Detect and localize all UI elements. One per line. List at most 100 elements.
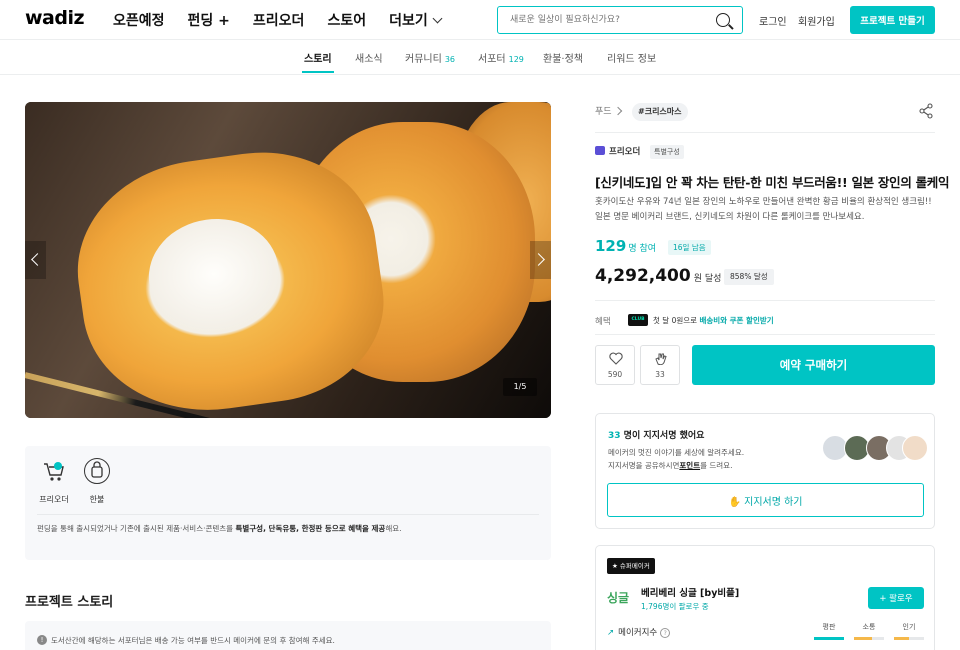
signature-button-label: 지지서명 하기 xyxy=(744,496,803,508)
super-maker-label: 슈퍼메이커 xyxy=(619,562,650,570)
cheer-button[interactable]: 33 xyxy=(640,345,680,385)
badge-exclusive: 한불 xyxy=(77,458,117,505)
cart-icon xyxy=(595,146,605,155)
image-counter: 1/5 xyxy=(503,378,537,396)
nav-preorder[interactable]: 프리오더 xyxy=(253,10,305,30)
nav-store[interactable]: 스토어 xyxy=(327,10,366,30)
reserve-purchase-button[interactable]: 예약 구매하기 xyxy=(692,345,935,385)
supporter-unit: 명 참여 xyxy=(628,244,657,254)
metric-label: 인기 xyxy=(902,623,916,631)
chevron-right-icon xyxy=(613,106,622,116)
next-image-button[interactable] xyxy=(530,241,551,279)
preorder-info-box: 프리오더 한불 펀딩을 통해 출시되었거나 기존에 출시된 제품·서비스·콘텐츠… xyxy=(25,446,551,560)
divider xyxy=(595,132,935,133)
like-count: 590 xyxy=(607,370,623,379)
funding-amount: 4,292,400 원 달성 xyxy=(595,266,721,286)
amount-number: 4,292,400 xyxy=(595,266,691,286)
tab-news[interactable]: 새소식 xyxy=(355,50,383,65)
cart-icon xyxy=(41,458,67,484)
point-link[interactable]: 포인트 xyxy=(679,461,700,470)
metric-fill xyxy=(854,637,872,640)
tab-label: 새소식 xyxy=(355,54,383,65)
signature-desc-text: 를 드려요. xyxy=(700,461,733,470)
project-description: 홋카이도산 우유와 74년 일본 장인의 노하우로 만들어낸 완벽한 황금 비율… xyxy=(595,197,932,222)
help-icon[interactable]: ? xyxy=(660,628,671,638)
metric-bar xyxy=(894,637,924,640)
make-project-button[interactable]: 프로젝트 만들기 xyxy=(850,6,935,34)
metric-reputation: 평판 xyxy=(814,622,844,640)
tab-refund-policy[interactable]: 환불·정책 xyxy=(543,50,583,65)
metric-bar xyxy=(854,637,884,640)
days-left-badge: 16일 남음 xyxy=(668,240,711,255)
notice-text: 도서산간에 해당하는 서포터님은 배송 가능 여부를 반드시 메이커에 문의 후… xyxy=(51,636,335,645)
preorder-description: 펀딩을 통해 출시되었거나 기존에 출시된 제품·서비스·콘텐츠를 특별구성, … xyxy=(37,523,402,534)
supporter-count: 129 명 참여 xyxy=(595,237,656,255)
cheer-count: 33 xyxy=(655,370,665,379)
tab-story[interactable]: 스토리 xyxy=(302,50,334,73)
shipping-notice: ! 도서산간에 해당하는 서포터님은 배송 가능 여부를 반드시 메이커에 문의… xyxy=(25,621,551,650)
nav-more-label: 더보기 xyxy=(389,13,428,29)
category-breadcrumb[interactable]: 푸드 xyxy=(595,104,628,117)
like-button[interactable]: 590 xyxy=(595,345,635,385)
nav-more[interactable]: 더보기 xyxy=(389,10,443,30)
metric-fill xyxy=(894,637,909,640)
signature-count: 33 xyxy=(608,431,621,441)
metric-fill xyxy=(814,637,844,640)
benefit-link[interactable]: 배송비와 쿠폰 할인받기 xyxy=(699,316,773,325)
signup-link[interactable]: 회원가입 xyxy=(798,13,835,28)
bag-icon xyxy=(84,458,110,484)
project-tabs: 스토리 새소식 커뮤니티 36 서포터 129 환불·정책 리워드 정보 xyxy=(0,40,960,75)
project-type-label: 프리오더 xyxy=(609,147,641,157)
tab-community[interactable]: 커뮤니티 36 xyxy=(405,50,455,65)
signature-button[interactable]: ✋ 지지서명 하기 xyxy=(607,483,924,517)
divider xyxy=(37,514,539,515)
login-link[interactable]: 로그인 xyxy=(759,13,787,28)
chevron-down-icon xyxy=(432,13,443,24)
maker-index-label: 메이커지수 xyxy=(618,628,658,638)
project-type: 프리오더 xyxy=(595,145,640,157)
share-icon[interactable] xyxy=(918,103,934,119)
hashtag[interactable]: #크리스마스 xyxy=(632,103,688,121)
maker-name[interactable]: 베리베리 싱글 [by비플] xyxy=(641,585,739,599)
info-text-bold: 특별구성, 단독유통, 한정판 등으로 혜택을 제공 xyxy=(235,524,386,533)
info-icon: ! xyxy=(37,635,47,645)
tab-reward-info[interactable]: 리워드 정보 xyxy=(607,50,656,65)
club-logo: CLUB xyxy=(628,314,648,326)
trend-icon: ↗ xyxy=(607,628,615,638)
special-badge: 특별구성 xyxy=(650,145,684,159)
signature-title-text: 명이 지지서명 했어요 xyxy=(620,431,705,441)
tab-label: 리워드 정보 xyxy=(607,54,657,65)
search-icon[interactable] xyxy=(716,13,730,27)
main-nav: 오픈예정 펀딩 + 프리오더 스토어 더보기 xyxy=(113,10,464,30)
story-heading: 프로젝트 스토리 xyxy=(25,595,114,610)
divider xyxy=(595,300,935,301)
metric-label: 소통 xyxy=(862,623,876,631)
nav-open-soon[interactable]: 오픈예정 xyxy=(113,10,165,30)
wadiz-logo[interactable]: wadiz xyxy=(25,7,85,29)
benefit-label: 혜택 xyxy=(595,317,611,327)
maker-logo[interactable]: 싱글 xyxy=(607,589,629,606)
signature-title: 33 명이 지지서명 했어요 xyxy=(608,428,704,441)
prev-image-button[interactable] xyxy=(25,241,46,279)
project-image-gallery[interactable]: 1/5 xyxy=(25,102,551,418)
clap-icon xyxy=(655,353,667,365)
tab-label: 환불·정책 xyxy=(543,54,583,65)
tab-supporters[interactable]: 서포터 129 xyxy=(478,50,524,65)
supporter-avatars xyxy=(822,435,928,461)
cream-filling xyxy=(141,210,286,338)
info-text-prefix: 펀딩을 통해 출시되었거나 기존에 출시된 제품·서비스·콘텐츠를 xyxy=(37,524,236,533)
search-input[interactable] xyxy=(510,7,710,33)
nav-funding[interactable]: 펀딩 + xyxy=(188,10,230,30)
metric-communication: 소통 xyxy=(854,622,884,640)
benefit-text[interactable]: 첫 달 0원으로 배송비와 쿠폰 할인받기 xyxy=(653,315,774,326)
super-maker-badge: ★ 슈퍼메이커 xyxy=(607,558,655,574)
heart-icon xyxy=(609,352,623,365)
tab-count: 36 xyxy=(444,55,455,64)
metric-popularity: 인기 xyxy=(894,622,924,640)
follow-button[interactable]: + 팔로우 xyxy=(868,587,924,609)
tab-label: 스토리 xyxy=(304,54,332,65)
maker-followers: 1,796명이 팔로우 중 xyxy=(641,602,709,611)
metric-bar xyxy=(814,637,844,640)
avatar xyxy=(902,435,928,461)
info-text-suffix: 해요. xyxy=(385,524,402,533)
